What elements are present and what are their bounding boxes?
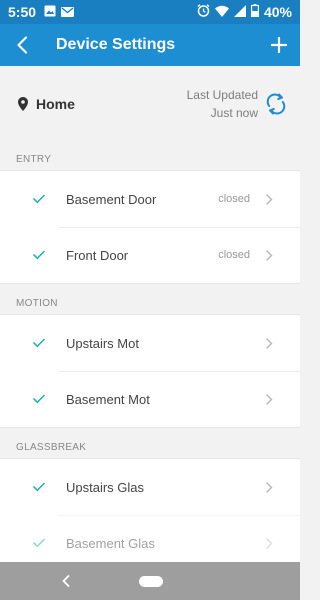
image-icon: [44, 4, 56, 20]
device-status: closed: [218, 249, 250, 261]
device-name: Upstairs Glas: [66, 479, 145, 495]
device-name: Basement Glas: [66, 535, 155, 551]
status-bar: 5:50 40%: [0, 0, 300, 24]
section-header-glassbreak: GLASSBREAK: [16, 442, 87, 453]
chevron-right-icon: [266, 249, 300, 261]
device-group-glassbreak: Upstairs Glas Basement Glas: [0, 458, 300, 572]
check-icon: [0, 482, 66, 492]
chevron-left-icon: [62, 575, 70, 587]
chevron-left-icon: [17, 36, 28, 54]
plus-icon: [271, 37, 287, 53]
system-home-pill[interactable]: [139, 576, 163, 587]
device-name: Basement Mot: [66, 391, 150, 407]
last-updated-value: Just now: [210, 106, 258, 120]
signal-icon: [233, 4, 246, 20]
device-row[interactable]: Basement Mot: [0, 371, 300, 427]
device-group-motion: Upstairs Mot Basement Mot: [0, 314, 300, 428]
device-row[interactable]: Front Door closed: [0, 227, 300, 283]
last-updated-label: Last Updated: [186, 88, 258, 102]
section-header-motion: MOTION: [16, 298, 58, 309]
system-nav-bar: [0, 562, 300, 600]
wifi-icon: [214, 4, 229, 20]
system-back-button[interactable]: [58, 572, 74, 590]
page-title: Device Settings: [56, 36, 176, 53]
check-icon: [0, 394, 66, 404]
device-row[interactable]: Upstairs Glas: [0, 459, 300, 515]
check-icon: [0, 194, 66, 204]
alarm-icon: [197, 4, 210, 20]
check-icon: [0, 250, 66, 260]
gmail-icon: [61, 4, 75, 20]
device-name: Basement Door: [66, 191, 157, 207]
device-status: closed: [218, 193, 250, 205]
add-device-button[interactable]: [258, 24, 300, 66]
device-row[interactable]: Basement Door closed: [0, 171, 300, 227]
check-icon: [0, 338, 66, 348]
check-icon: [0, 538, 66, 548]
battery-icon: [250, 4, 259, 20]
chevron-right-icon: [266, 481, 300, 493]
device-group-entry: Basement Door closed Front Door closed: [0, 170, 300, 284]
last-updated: Last Updated Just now: [187, 86, 258, 122]
chevron-right-icon: [266, 337, 300, 349]
chevron-right-icon: [266, 537, 300, 549]
refresh-icon: [266, 93, 286, 115]
refresh-button[interactable]: [266, 93, 286, 115]
chevron-right-icon: [266, 193, 300, 205]
section-header-entry: ENTRY: [16, 154, 52, 165]
device-name: Upstairs Mot: [66, 335, 139, 351]
status-time: 5:50: [8, 4, 37, 20]
battery-percent: 40%: [263, 4, 292, 20]
location-row: Home Last Updated Just now: [0, 66, 300, 142]
back-button[interactable]: [0, 24, 44, 66]
device-row[interactable]: Upstairs Mot: [0, 315, 300, 371]
chevron-right-icon: [266, 393, 300, 405]
location-name: Home: [36, 96, 75, 112]
app-bar: Device Settings: [0, 24, 300, 66]
location-pin-icon: [18, 97, 28, 111]
device-name: Front Door: [66, 247, 129, 263]
